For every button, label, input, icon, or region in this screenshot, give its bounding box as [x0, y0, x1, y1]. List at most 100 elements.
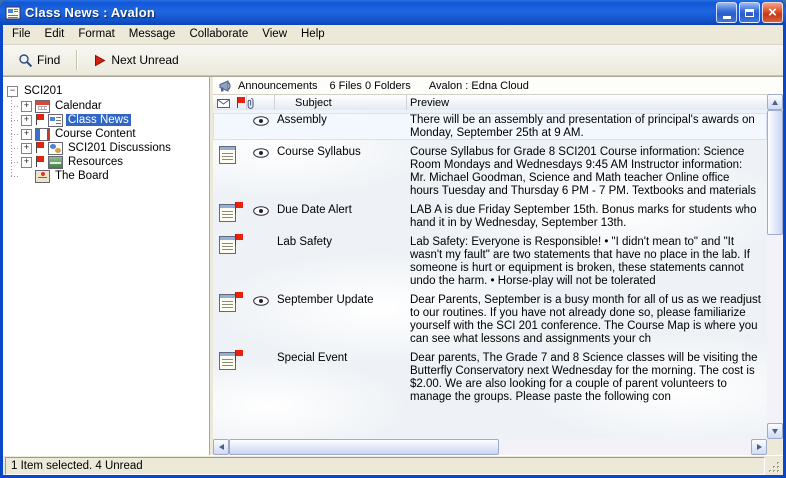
- collapse-icon[interactable]: [7, 86, 18, 97]
- resize-grip-icon: [767, 458, 781, 474]
- unread-flag-icon: [35, 142, 45, 154]
- eye-icon: [253, 296, 269, 306]
- panel-header: Announcements 6 Files 0 Folders Avalon :…: [213, 77, 783, 95]
- app-window: Class News : Avalon × File Edit Format M…: [0, 0, 786, 478]
- tree-item[interactable]: Resources: [3, 155, 209, 169]
- message-preview: Lab Safety: Everyone is Responsible! • "…: [407, 235, 767, 288]
- folder-tree-pane: SCI201 Calendar Class News Course Conten…: [3, 77, 210, 455]
- find-button[interactable]: Find: [11, 49, 67, 72]
- message-preview: Dear Parents, September is a busy month …: [407, 293, 767, 346]
- message-row[interactable]: September Update Dear Parents, September…: [213, 293, 767, 346]
- menu-item[interactable]: Format: [71, 26, 121, 43]
- horizontal-scroll-thumb[interactable]: [229, 439, 499, 455]
- eye-icon: [253, 148, 269, 158]
- tree-root-label: SCI201: [22, 85, 64, 97]
- message-icon-cell: [219, 352, 236, 370]
- tree-item-label: Course Content: [53, 128, 138, 140]
- menu-item[interactable]: File: [5, 26, 38, 43]
- unread-flag-icon: [35, 114, 45, 126]
- horizontal-scroll-track[interactable]: [229, 439, 751, 455]
- menu-bar: File Edit Format Message Collaborate Vie…: [3, 25, 783, 45]
- scroll-up-button[interactable]: [767, 94, 783, 110]
- tree-item-label: Class News: [66, 114, 131, 126]
- folder-icon: [35, 170, 50, 183]
- menu-item[interactable]: Edit: [38, 26, 72, 43]
- search-icon: [18, 53, 33, 68]
- tree-root-sci201[interactable]: SCI201: [3, 84, 209, 99]
- folder-icon: [35, 128, 50, 141]
- window-title: Class News : Avalon: [25, 5, 716, 20]
- vertical-scroll-thumb[interactable]: [767, 110, 783, 235]
- menu-item[interactable]: Collaborate: [182, 26, 255, 43]
- resize-grip[interactable]: [767, 458, 781, 474]
- close-button[interactable]: ×: [762, 2, 783, 23]
- unread-flag-icon: [234, 234, 244, 246]
- tree-item-label: The Board: [53, 170, 111, 182]
- folder-icon: [48, 114, 63, 127]
- status-bar: 1 Item selected. 4 Unread: [3, 455, 783, 475]
- window-controls: ×: [716, 2, 783, 23]
- scroll-down-button[interactable]: [767, 423, 783, 439]
- horizontal-scrollbar[interactable]: [213, 439, 767, 455]
- announcements-icon: [219, 80, 233, 92]
- flag-column-icon: [236, 97, 246, 109]
- vertical-scrollbar[interactable]: [767, 94, 783, 439]
- menu-item[interactable]: View: [255, 26, 294, 43]
- scroll-right-button[interactable]: [751, 439, 767, 455]
- unread-flag-icon: [35, 156, 45, 168]
- expand-icon[interactable]: [21, 115, 32, 126]
- message-preview: LAB A is due Friday September 15th. Bonu…: [407, 203, 767, 230]
- message-row[interactable]: Due Date Alert LAB A is due Friday Septe…: [213, 203, 767, 230]
- maximize-button[interactable]: [739, 2, 760, 23]
- expand-icon[interactable]: [21, 101, 32, 112]
- tree-item[interactable]: The Board: [3, 169, 209, 183]
- find-label: Find: [37, 53, 60, 67]
- expand-icon[interactable]: [21, 143, 32, 154]
- minimize-icon: [723, 16, 731, 19]
- tree-item-label: Resources: [66, 156, 125, 168]
- expand-icon[interactable]: [21, 157, 32, 168]
- arrow-down-icon: [772, 429, 778, 434]
- title-bar: Class News : Avalon ×: [0, 0, 786, 25]
- menu-item[interactable]: Help: [294, 26, 332, 43]
- folder-icon: [35, 100, 50, 113]
- message-row[interactable]: Course Syllabus Course Syllabus for Grad…: [213, 145, 767, 198]
- message-icon-cell: [219, 146, 236, 164]
- toolbar-separator: [76, 50, 78, 70]
- message-subject: Lab Safety: [275, 235, 407, 249]
- panel-counts: 6 Files 0 Folders: [330, 80, 411, 92]
- scroll-left-button[interactable]: [213, 439, 229, 455]
- unread-flag-icon: [234, 202, 244, 214]
- status-text: 1 Item selected. 4 Unread: [5, 457, 765, 475]
- next-unread-button[interactable]: Next Unread: [87, 49, 185, 71]
- tree-item[interactable]: Calendar: [3, 99, 209, 113]
- eye-icon: [253, 116, 269, 126]
- message-icon-cell: [219, 294, 236, 312]
- next-unread-icon: [94, 54, 107, 67]
- folder-icon: [48, 156, 63, 169]
- column-preview[interactable]: Preview: [407, 95, 767, 111]
- app-body: File Edit Format Message Collaborate Vie…: [3, 25, 783, 475]
- column-subject[interactable]: Subject: [275, 95, 407, 111]
- unread-flag-icon: [234, 292, 244, 304]
- envelope-icon: [217, 99, 230, 108]
- tree-item[interactable]: SCI201 Discussions: [3, 141, 209, 155]
- column-icon-header[interactable]: [213, 95, 247, 111]
- message-subject: Special Event: [275, 351, 407, 365]
- message-preview: There will be an assembly and presentati…: [407, 113, 767, 140]
- tree-item[interactable]: Course Content: [3, 127, 209, 141]
- message-preview: Course Syllabus for Grade 8 SCI201 Cours…: [407, 145, 767, 198]
- tree-item[interactable]: Class News: [3, 113, 209, 127]
- column-attachment-header[interactable]: [247, 95, 275, 111]
- vertical-scroll-track[interactable]: [767, 110, 783, 423]
- expand-icon[interactable]: [21, 129, 32, 140]
- message-icon-cell: [219, 204, 236, 222]
- minimize-button[interactable]: [716, 2, 737, 23]
- panel-identity: Avalon : Edna Cloud: [429, 80, 529, 92]
- viewed-cell: [247, 113, 275, 126]
- message-row[interactable]: Special Event Dear parents, The Grade 7 …: [213, 351, 767, 404]
- viewed-cell: [247, 145, 275, 158]
- message-row[interactable]: Assembly There will be an assembly and p…: [213, 113, 767, 140]
- menu-item[interactable]: Message: [122, 26, 183, 43]
- message-row[interactable]: Lab Safety Lab Safety: Everyone is Respo…: [213, 235, 767, 288]
